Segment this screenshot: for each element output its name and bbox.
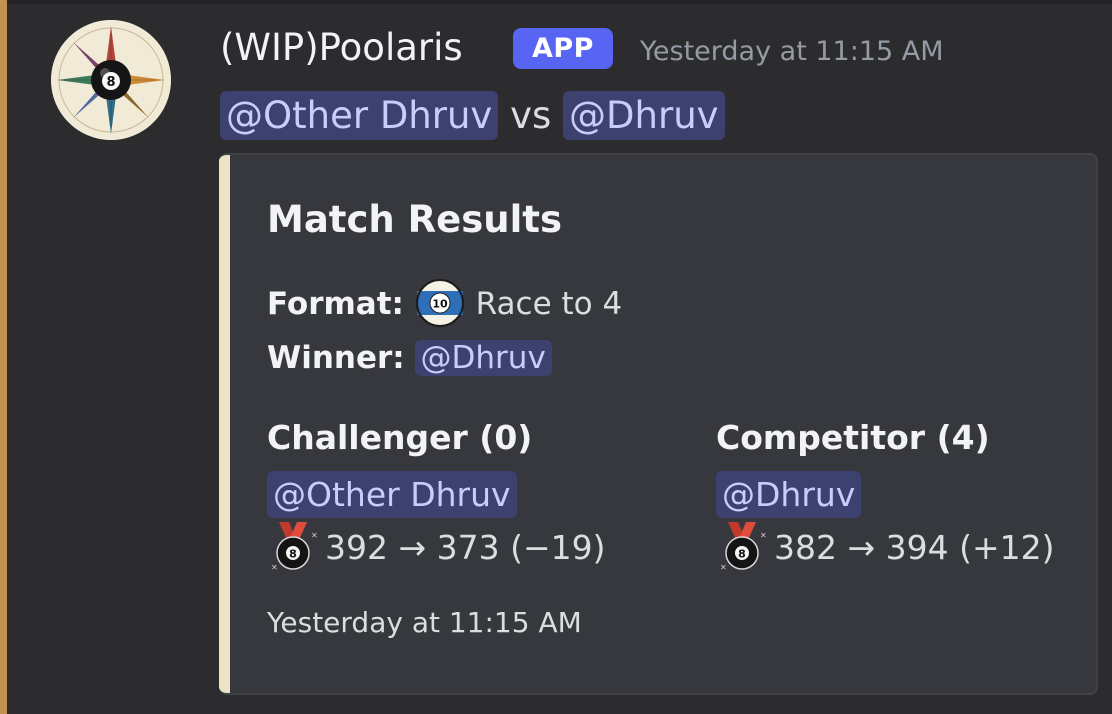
svg-text:✕: ✕ — [720, 563, 727, 572]
svg-text:✕: ✕ — [271, 563, 278, 572]
challenger-mention-line: @Other Dhruv — [267, 467, 605, 522]
message-container: 8 (WIP)Poolaris APP Yesterday at 11:15 A… — [0, 0, 1112, 714]
competitor-mention-line: @Dhruv — [716, 467, 1054, 522]
challenger-field: Challenger (0) @Other Dhruv 8 ✕ ✕ 392 → … — [267, 413, 605, 574]
embed-title: Match Results — [267, 198, 562, 241]
competitor-mention[interactable]: @Dhruv — [716, 471, 862, 518]
competitor-rating-line: 8 ✕ ✕ 382 → 394 (+12) — [716, 521, 1055, 574]
message-highlight-bar — [0, 0, 7, 714]
winner-field: Winner: @Dhruv — [267, 333, 552, 383]
svg-text:✕: ✕ — [760, 531, 767, 540]
embed-color-bar — [219, 155, 230, 693]
message-timestamp[interactable]: Yesterday at 11:15 AM — [640, 32, 944, 72]
svg-text:10: 10 — [432, 297, 448, 310]
eight-ball-medal-icon: 8 ✕ ✕ — [271, 521, 318, 572]
vs-text: vs — [510, 94, 552, 137]
winner-label: Winner: — [267, 340, 405, 376]
svg-text:8: 8 — [289, 547, 297, 560]
competitor-title: Competitor (4) — [716, 418, 990, 457]
competitor-field: Competitor (4) @Dhruv 8 ✕ ✕ 382 → 394 (+… — [716, 413, 1054, 574]
challenger-title: Challenger (0) — [267, 418, 533, 457]
embed-footer-timestamp: Yesterday at 11:15 AM — [267, 606, 582, 639]
challenger-rating: 392 → 373 (−19) — [325, 528, 606, 567]
ten-ball-icon: 10 — [415, 278, 464, 327]
format-field: Format: 10 Race to 4 — [267, 278, 623, 329]
message-content: @Other Dhruv vs @Dhruv — [220, 86, 725, 146]
app-badge: APP — [513, 28, 613, 69]
compass-eight-ball-icon: 8 — [51, 20, 171, 140]
challenger-rating-line: 8 ✕ ✕ 392 → 373 (−19) — [267, 521, 606, 574]
avatar[interactable]: 8 — [51, 20, 171, 140]
match-results-embed: Match Results Format: 10 Race to 4 Winne… — [219, 153, 1098, 695]
svg-text:8: 8 — [738, 547, 746, 560]
competitor-rating: 382 → 394 (+12) — [774, 528, 1055, 567]
top-divider — [0, 0, 1112, 4]
svg-text:8: 8 — [106, 75, 115, 90]
challenger-mention[interactable]: @Other Dhruv — [267, 471, 517, 518]
format-label: Format: — [267, 286, 404, 322]
winner-mention[interactable]: @Dhruv — [414, 340, 552, 376]
mention-dhruv[interactable]: @Dhruv — [563, 91, 725, 140]
format-value: Race to 4 — [475, 286, 623, 322]
author-name[interactable]: (WIP)Poolaris — [220, 22, 463, 74]
svg-text:✕: ✕ — [311, 531, 318, 540]
eight-ball-medal-icon: 8 ✕ ✕ — [720, 521, 767, 572]
mention-other-dhruv[interactable]: @Other Dhruv — [220, 91, 499, 140]
